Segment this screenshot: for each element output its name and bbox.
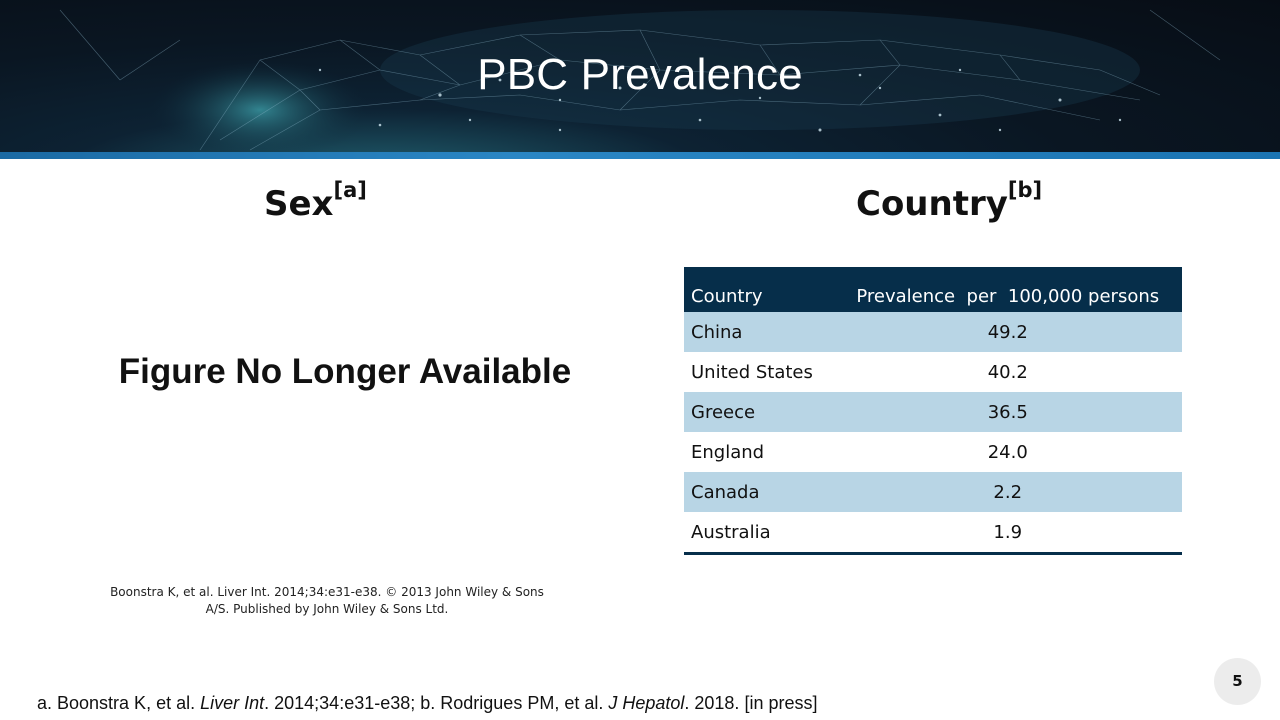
country-heading-text: Country (856, 184, 1008, 224)
figure-caption-line-1: Boonstra K, et al. Liver Int. 2014;34:e3… (110, 585, 544, 599)
table-cell-country: England (691, 441, 765, 463)
references-footnote: a. Boonstra K, et al. Liver Int. 2014;34… (37, 693, 817, 714)
footnote-a-journal: Liver Int (200, 693, 265, 713)
figure-caption-line-2: A/S. Published by John Wiley & Sons Ltd. (205, 602, 449, 616)
table-row: Canada 2.2 (684, 472, 1182, 512)
table-row: China 49.2 (684, 312, 1182, 352)
table-cell-country: Australia (684, 512, 834, 555)
table-row: Greece 36.5 (684, 392, 1182, 432)
footnote-b-journal: J Hepatol (608, 693, 685, 713)
table-header-row: Country Prevalence per 100,000 persons (684, 267, 1182, 312)
figure-caption: Boonstra K, et al. Liver Int. 2014;34:e3… (110, 584, 544, 618)
table-row: Australia 1.9 (684, 512, 1182, 555)
footnote-b-rest: . 2018. [in press] (684, 693, 818, 713)
table-cell-country: United States (691, 361, 813, 383)
footnote-a-prefix: a. Boonstra K, et al. (37, 693, 201, 713)
table-cell-prevalence: 49.2 (833, 312, 1182, 352)
table-header-country: Country (684, 267, 834, 312)
sex-heading-ref: [a] (333, 178, 367, 202)
footnote-a-rest: . 2014;34:e31-e38; b. Rodrigues PM, et a… (264, 693, 609, 713)
table-cell-country: China (684, 312, 834, 352)
table-cell-prevalence: 36.5 (833, 392, 1182, 432)
slide: PBC Prevalence Sex[a] Country[b] Figure … (0, 0, 1280, 720)
table-row: United States 40.2 (684, 352, 1182, 392)
header-banner: PBC Prevalence (0, 0, 1280, 153)
table-cell-country: Greece (684, 392, 834, 432)
table-cell-prevalence: 1.9 (833, 512, 1182, 555)
table-cell-prevalence: 40.2 (987, 361, 1028, 383)
figure-unavailable-text: Figure No Longer Available (118, 352, 572, 391)
page-number-badge: 5 (1214, 658, 1261, 705)
country-heading-ref: [b] (1007, 178, 1043, 202)
slide-title: PBC Prevalence (477, 50, 803, 99)
table-row: England 24.0 (684, 432, 1182, 472)
sex-heading-text: Sex (264, 184, 334, 224)
table-cell-prevalence: 2.2 (833, 472, 1182, 512)
sex-heading: Sex[a] (264, 178, 367, 224)
table-header-prevalence: Prevalence per 100,000 persons (833, 267, 1182, 312)
country-heading: Country[b] (856, 178, 1042, 224)
prevalence-table: Country Prevalence per 100,000 persons C… (684, 267, 1182, 555)
table-cell-prevalence: 24.0 (987, 441, 1028, 463)
banner-accent-line (0, 152, 1280, 159)
table-cell-country: Canada (684, 472, 834, 512)
